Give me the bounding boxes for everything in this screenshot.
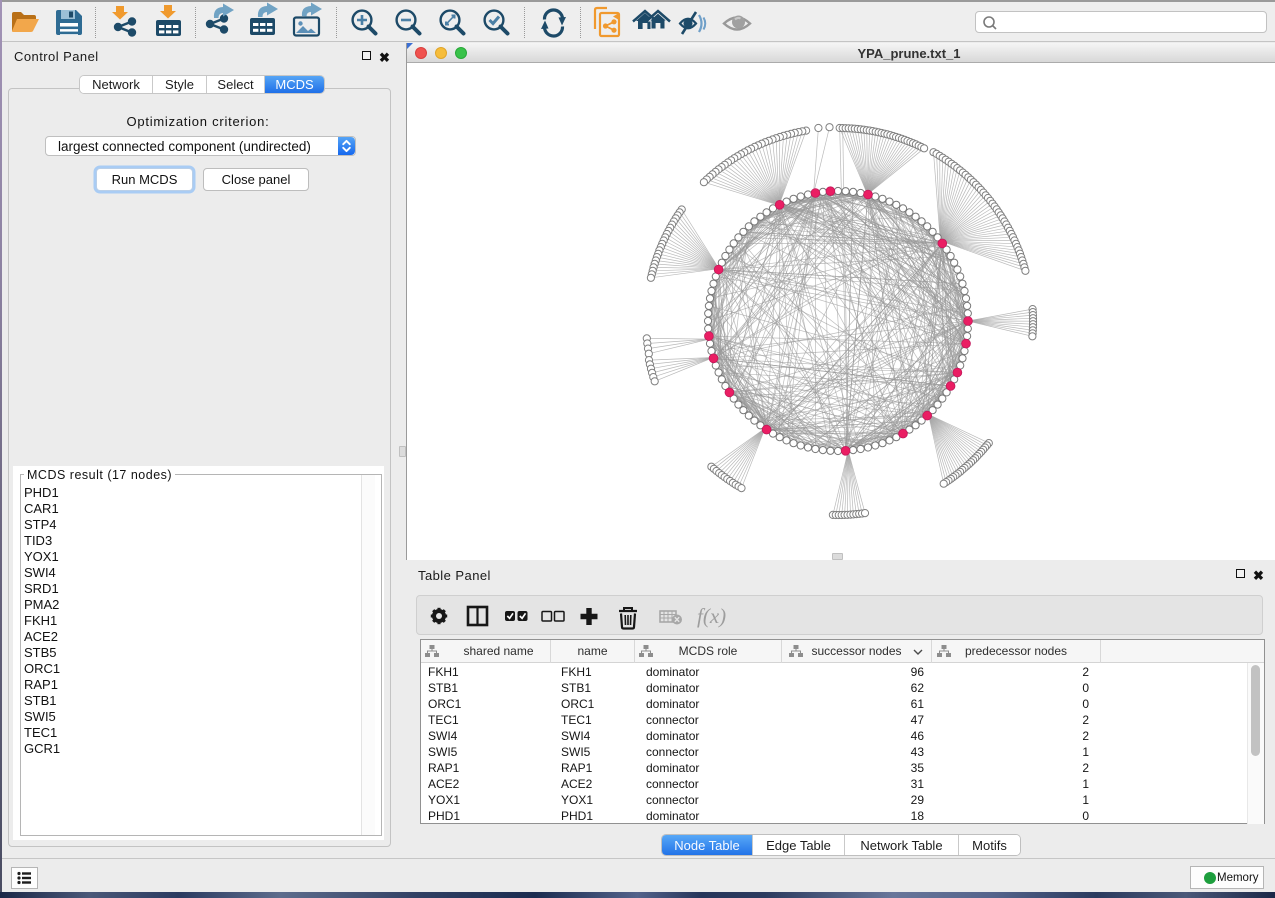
svg-text:f(x): f(x): [697, 604, 726, 628]
